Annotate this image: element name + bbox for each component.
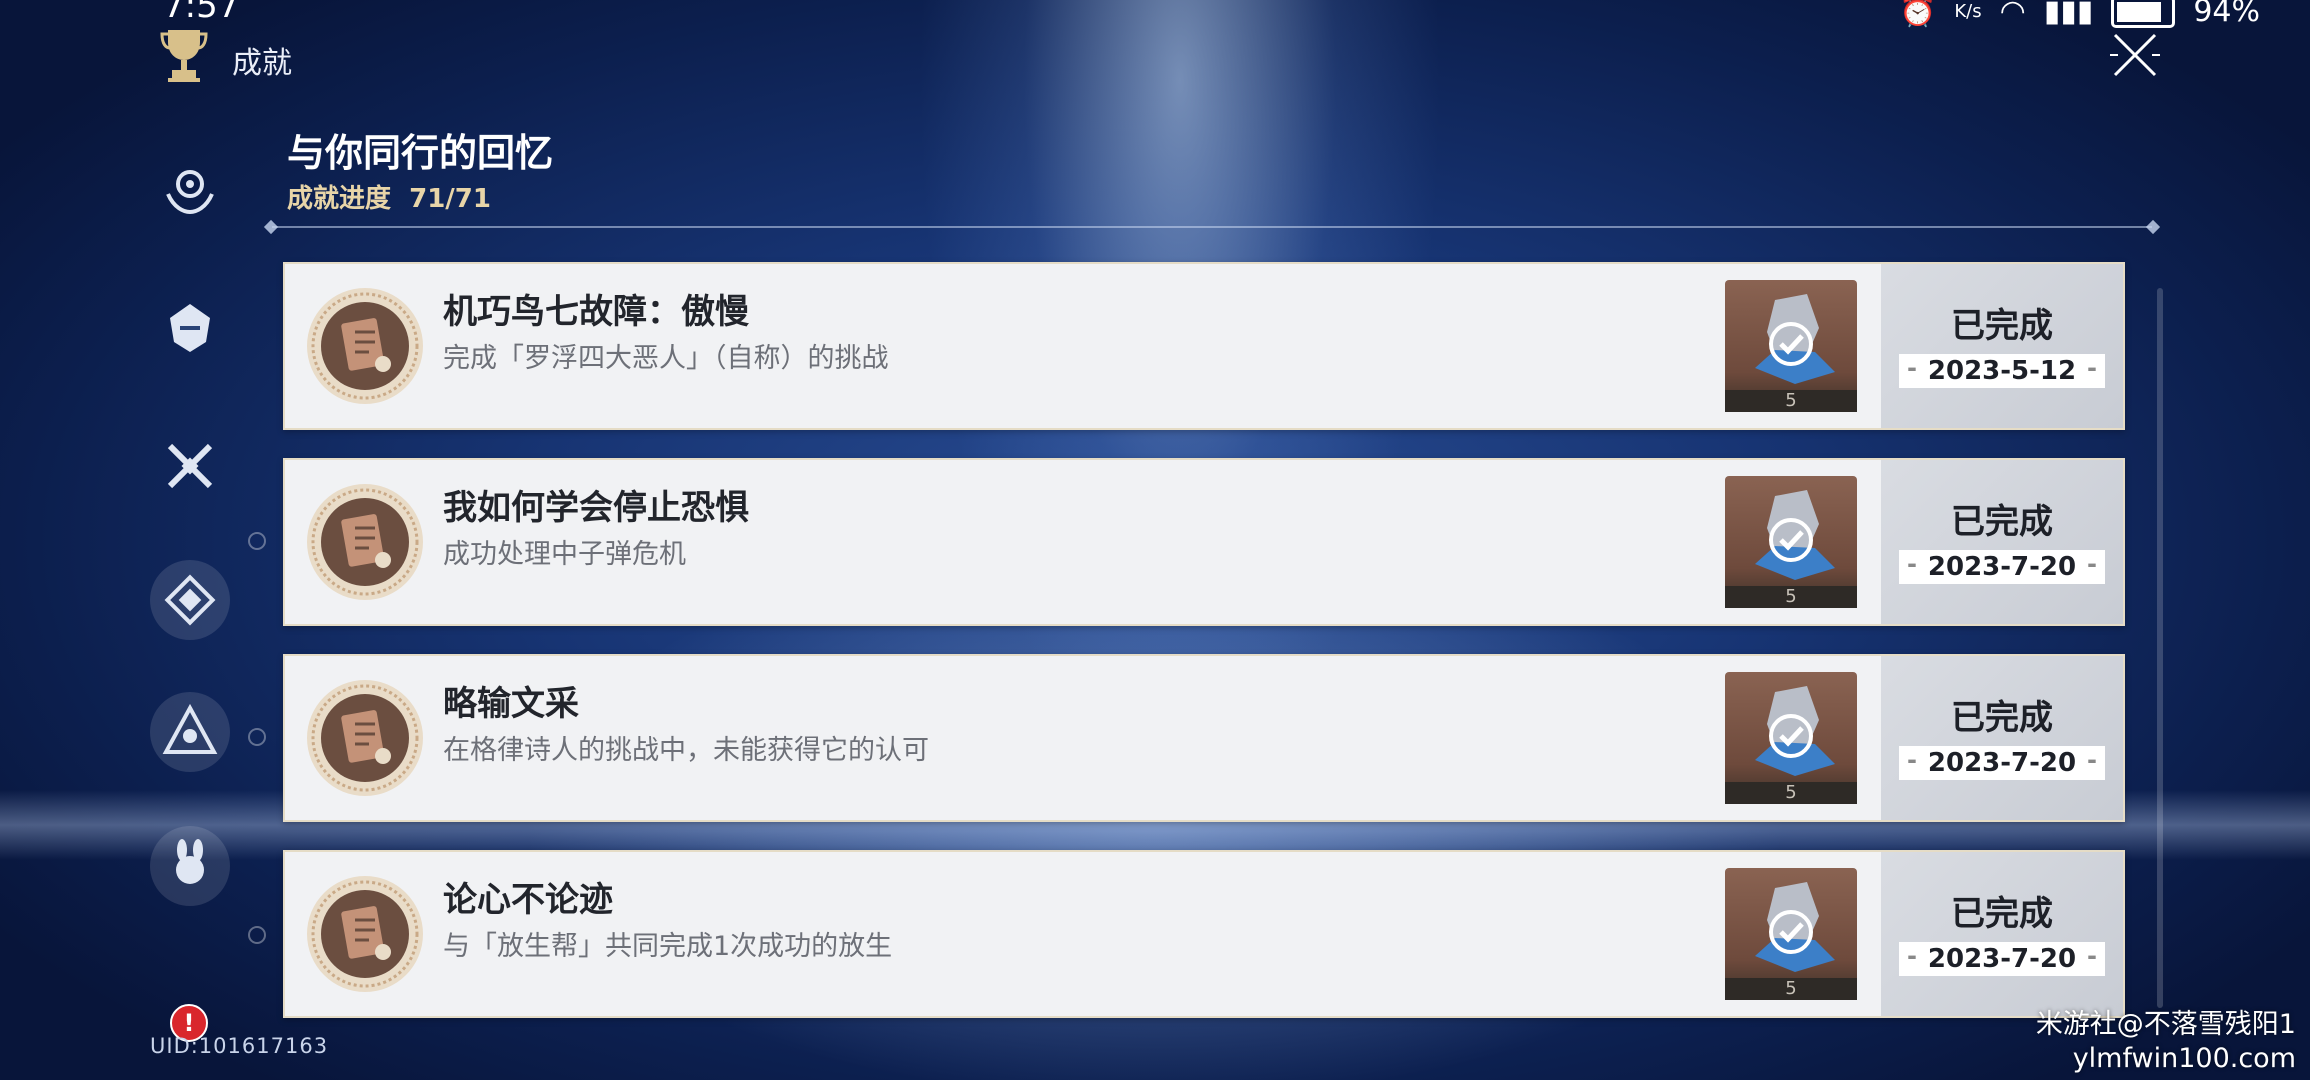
status-completed: 已完成 bbox=[1951, 502, 2053, 542]
progress-label: 成就进度 bbox=[287, 184, 392, 214]
stellar-jade-icon bbox=[1755, 490, 1835, 580]
hands-orb-icon[interactable] bbox=[150, 150, 230, 230]
status-panel: 已完成 2023-7-20 bbox=[1881, 852, 2123, 1016]
watermark-line2: ylmfwin100.com bbox=[2072, 1043, 2296, 1074]
section-divider bbox=[272, 226, 2152, 228]
achievement-desc: 在格律诗人的挑战中，未能获得它的认可 bbox=[443, 735, 929, 766]
achievement-title: 略输文采 bbox=[443, 684, 579, 724]
reward-item[interactable]: 5 bbox=[1725, 672, 1857, 804]
status-panel: 已完成 2023-7-20 bbox=[1881, 656, 2123, 820]
page-title: 与你同行的回忆 bbox=[287, 131, 554, 175]
achievement-card[interactable]: 略输文采 在格律诗人的挑战中，未能获得它的认可 5 已完成 2023-7-20 bbox=[283, 654, 2125, 822]
stellar-jade-icon bbox=[1755, 294, 1835, 384]
status-bar-right: ⏰ K/s ◠ ▮▮▮ 94% bbox=[1899, 0, 2260, 29]
medal-icon bbox=[307, 876, 423, 992]
reward-item[interactable]: 5 bbox=[1725, 868, 1857, 1000]
achievement-card[interactable]: 我如何学会停止恐惧 成功处理中子弹危机 5 已完成 2023-7-20 bbox=[283, 458, 2125, 626]
achievement-desc: 成功处理中子弹危机 bbox=[443, 539, 686, 570]
status-time: 7:57 bbox=[163, 0, 240, 26]
completion-date: 2023-7-20 bbox=[1899, 550, 2105, 584]
status-completed: 已完成 bbox=[1951, 698, 2053, 738]
signal-icon: ▮▮▮ bbox=[2043, 0, 2094, 29]
stellar-jade-icon bbox=[1755, 882, 1835, 972]
net-speed: K/s bbox=[1954, 0, 1982, 22]
status-completed: 已完成 bbox=[1951, 306, 2053, 346]
reward-count: 5 bbox=[1725, 978, 1857, 1000]
diamond-emblem-icon[interactable] bbox=[150, 560, 230, 640]
page-header-title: 成就 bbox=[232, 46, 292, 81]
reward-item[interactable]: 5 bbox=[1725, 280, 1857, 412]
achievement-title: 机巧鸟七故障：傲慢 bbox=[443, 292, 749, 332]
sidebar-dot bbox=[248, 728, 266, 746]
medal-icon bbox=[307, 288, 423, 404]
watermark-line1: 米游社@不落雪残阳1 bbox=[2035, 1009, 2296, 1040]
watermark: 米游社@不落雪残阳1 ylmfwin100.com bbox=[2036, 1008, 2296, 1076]
medal-icon bbox=[307, 484, 423, 600]
scrollbar[interactable] bbox=[2157, 288, 2163, 1008]
achievement-desc: 与「放生帮」共同完成1次成功的放生 bbox=[443, 931, 893, 962]
status-completed: 已完成 bbox=[1951, 894, 2053, 934]
sidebar-dot bbox=[248, 532, 266, 550]
wifi-icon: ◠ bbox=[1999, 0, 2026, 29]
status-panel: 已完成 2023-5-12 bbox=[1881, 264, 2123, 428]
achievement-progress: 成就进度 71/71 bbox=[287, 178, 491, 215]
achievement-card[interactable]: 机巧鸟七故障：傲慢 完成「罗浮四大恶人」（自称）的挑战 5 已完成 2023-5… bbox=[283, 262, 2125, 430]
trophy-icon bbox=[160, 30, 208, 82]
completion-date: 2023-7-20 bbox=[1899, 942, 2105, 976]
completion-date: 2023-5-12 bbox=[1899, 354, 2105, 388]
battery-icon bbox=[2111, 0, 2176, 28]
reward-count: 5 bbox=[1725, 390, 1857, 412]
status-panel: 已完成 2023-7-20 bbox=[1881, 460, 2123, 624]
reward-count: 5 bbox=[1725, 586, 1857, 608]
sidebar-dot bbox=[248, 926, 266, 944]
medal-icon bbox=[307, 680, 423, 796]
stellar-jade-icon bbox=[1755, 686, 1835, 776]
triangle-emblem-icon[interactable] bbox=[150, 692, 230, 772]
uid-label: UID:101617163 bbox=[150, 1034, 329, 1058]
reward-count: 5 bbox=[1725, 782, 1857, 804]
achievement-card[interactable]: 论心不论迹 与「放生帮」共同完成1次成功的放生 5 已完成 2023-7-20 bbox=[283, 850, 2125, 1018]
alarm-icon: ⏰ bbox=[1898, 0, 1937, 29]
battery-percent: 94% bbox=[2193, 0, 2260, 29]
helmet-icon[interactable] bbox=[150, 288, 230, 368]
achievement-title: 我如何学会停止恐惧 bbox=[443, 488, 749, 528]
reward-item[interactable]: 5 bbox=[1725, 476, 1857, 608]
crossed-swords-icon[interactable] bbox=[150, 426, 230, 506]
bunny-emblem-icon[interactable] bbox=[150, 826, 230, 906]
achievement-desc: 完成「罗浮四大恶人」（自称）的挑战 bbox=[443, 343, 889, 374]
achievement-title: 论心不论迹 bbox=[443, 880, 613, 920]
close-icon[interactable] bbox=[2110, 30, 2160, 80]
progress-value: 71/71 bbox=[409, 184, 491, 214]
completion-date: 2023-7-20 bbox=[1899, 746, 2105, 780]
